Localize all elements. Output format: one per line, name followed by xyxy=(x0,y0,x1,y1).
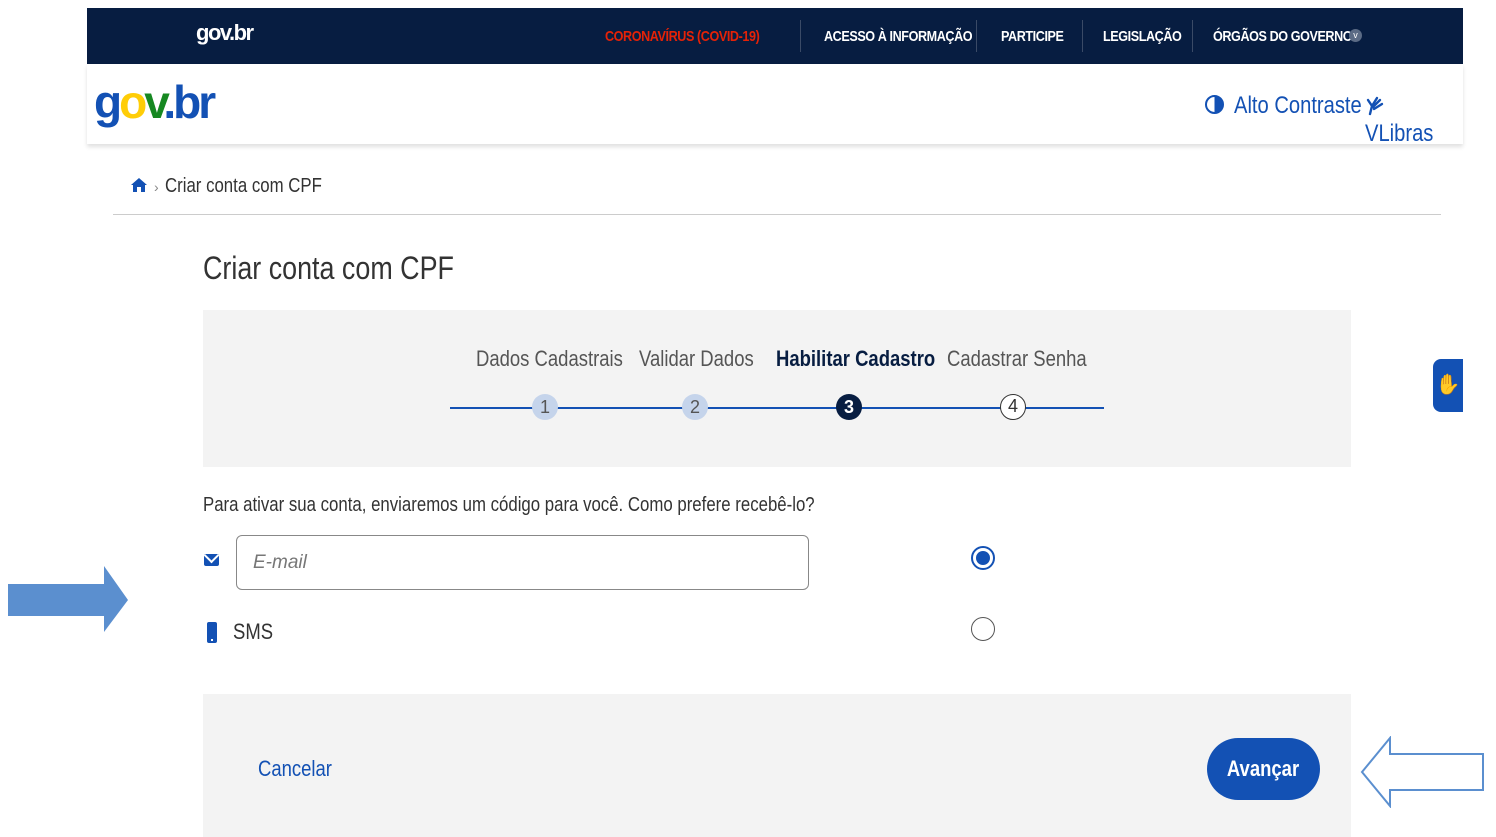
hands-icon xyxy=(1366,96,1384,116)
sms-label: SMS xyxy=(233,619,281,645)
topbar-link-participe[interactable]: PARTICIPE xyxy=(1001,28,1075,45)
topbar-link-participe-label: PARTICIPE xyxy=(1001,28,1064,45)
high-contrast-button[interactable]: Alto Contraste xyxy=(1205,92,1386,120)
annotation-arrow-left-icon xyxy=(1360,736,1484,808)
sms-label-text: SMS xyxy=(233,619,274,644)
vlibras-widget[interactable]: ✋ xyxy=(1433,359,1463,412)
site-header: gov.br Alto Contraste VLibras xyxy=(87,64,1463,147)
logo-letter-v: v xyxy=(144,76,166,128)
step-circle-3[interactable]: 3 xyxy=(836,394,862,420)
topbar-brand[interactable]: gov.br xyxy=(196,20,254,46)
step-label-text: Cadastrar Senha xyxy=(947,346,1087,371)
step-circle-2[interactable]: 2 xyxy=(682,394,708,420)
breadcrumb: › Criar conta com CPF xyxy=(130,175,351,198)
topbar-divider xyxy=(800,20,801,52)
logo-letter-g: g xyxy=(94,76,122,128)
govbr-logo[interactable]: gov.br xyxy=(94,76,216,128)
breadcrumb-separator-icon: › xyxy=(154,179,159,195)
logo-letter-o: o xyxy=(119,76,147,128)
step-label-text: Dados Cadastrais xyxy=(476,346,623,371)
hand-icon: ✋ xyxy=(1435,374,1461,396)
email-radio[interactable] xyxy=(971,546,995,570)
phone-icon xyxy=(207,622,217,643)
vlibras-label: VLibras xyxy=(1365,120,1434,147)
home-icon[interactable] xyxy=(130,177,148,193)
breadcrumb-current: Criar conta com CPF xyxy=(164,175,322,197)
logo-dot: . xyxy=(163,76,176,128)
page-title: Criar conta com CPF xyxy=(203,250,502,287)
annotation-arrow-right-icon xyxy=(8,566,128,632)
topbar-link-legislacao[interactable]: LEGISLAÇÃO xyxy=(1103,28,1196,45)
chevron-down-icon[interactable]: v xyxy=(1349,29,1362,42)
step-label-habilitar-cadastro: Habilitar Cadastro xyxy=(776,346,966,372)
delivery-question: Para ativar sua conta, enviaremos um cód… xyxy=(203,494,931,517)
step-circle-1[interactable]: 1 xyxy=(532,394,558,420)
email-field[interactable] xyxy=(236,535,809,590)
topbar-link-acesso[interactable]: ACESSO À INFORMAÇÃO xyxy=(824,28,1000,45)
topbar-link-covid[interactable]: CORONAVÍRUS (COVID-19) xyxy=(605,28,789,45)
next-button[interactable]: Avançar xyxy=(1207,738,1320,800)
step-circle-4[interactable]: 4 xyxy=(1000,394,1026,420)
step-label-text: Validar Dados xyxy=(639,346,754,371)
envelope-icon xyxy=(204,554,219,566)
step-label-cadastrar-senha: Cadastrar Senha xyxy=(947,346,1113,372)
delivery-question-text: Para ativar sua conta, enviaremos um cód… xyxy=(203,494,815,516)
sms-radio[interactable] xyxy=(971,617,995,641)
logo-letters-br: br xyxy=(173,76,216,128)
breadcrumb-divider xyxy=(113,214,1441,215)
topbar-link-acesso-label: ACESSO À INFORMAÇÃO xyxy=(824,28,973,45)
topbar-divider xyxy=(1192,20,1193,52)
step-label-text: Habilitar Cadastro xyxy=(776,346,936,371)
high-contrast-label: Alto Contraste xyxy=(1234,92,1362,119)
topbar-link-orgaos-label: ÓRGÃOS DO GOVERNO xyxy=(1213,28,1353,45)
progress-stepper: Dados Cadastrais Validar Dados Habilitar… xyxy=(203,310,1351,467)
form-actions: Cancelar Avançar xyxy=(203,694,1351,837)
gov-top-bar: gov.br CORONAVÍRUS (COVID-19) ACESSO À I… xyxy=(87,8,1463,64)
page-title-text: Criar conta com CPF xyxy=(203,250,454,286)
contrast-icon xyxy=(1205,95,1224,114)
topbar-divider xyxy=(976,20,977,52)
next-button-label: Avançar xyxy=(1227,756,1300,781)
step-label-validar-dados: Validar Dados xyxy=(639,346,776,372)
step-label-dados-cadastrais: Dados Cadastrais xyxy=(476,346,651,372)
topbar-divider xyxy=(1082,20,1083,52)
cancel-link-label: Cancelar xyxy=(258,756,332,781)
topbar-link-legislacao-label: LEGISLAÇÃO xyxy=(1103,28,1182,45)
cancel-link[interactable]: Cancelar xyxy=(258,756,346,782)
topbar-link-covid-label: CORONAVÍRUS (COVID-19) xyxy=(605,28,760,45)
vlibras-button[interactable]: VLibras xyxy=(1365,92,1463,148)
